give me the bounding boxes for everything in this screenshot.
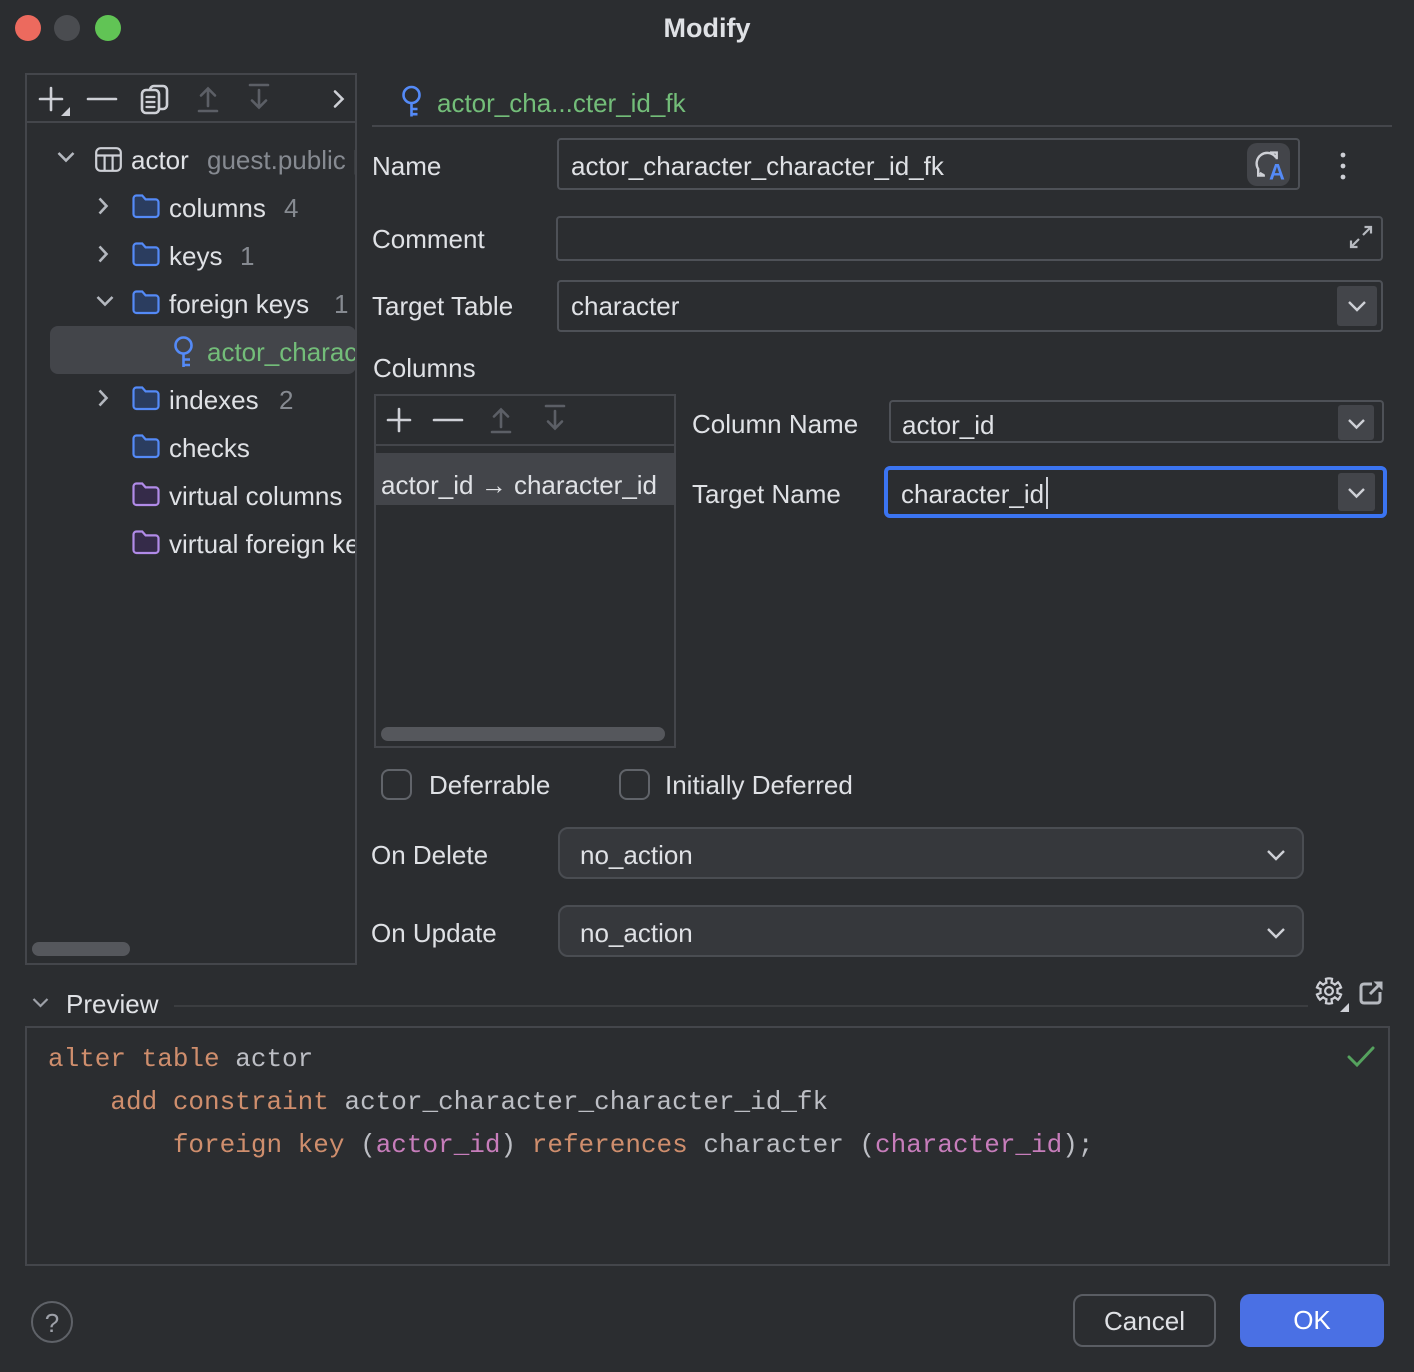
svg-text:A: A [1269, 160, 1285, 185]
